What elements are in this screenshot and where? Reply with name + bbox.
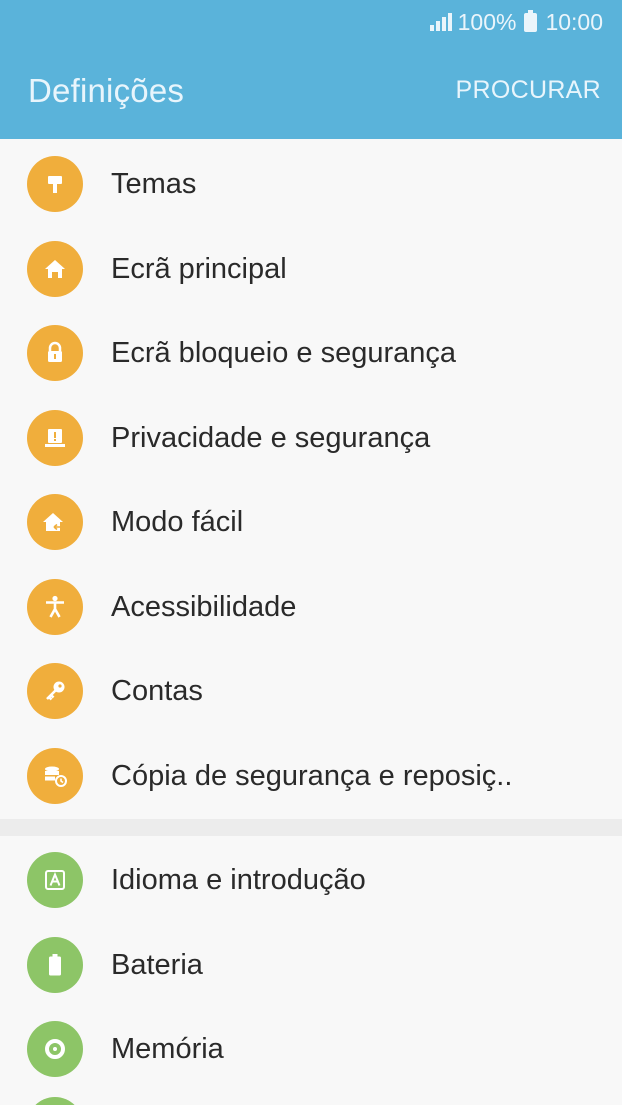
key-icon: [27, 663, 83, 719]
settings-item-acessibilidade[interactable]: Acessibilidade: [0, 565, 622, 649]
settings-item-ecra-bloqueio[interactable]: Ecrã bloqueio e segurança: [0, 311, 622, 395]
clock: 10:00: [545, 8, 603, 35]
settings-item-label: Contas: [111, 674, 203, 707]
app-header: 100% 10:00 Definições PROCURAR: [0, 0, 622, 139]
settings-item-label: Modo fácil: [111, 505, 244, 538]
language-a-icon: [27, 852, 83, 908]
settings-item-bateria[interactable]: Bateria: [0, 923, 622, 1007]
settings-item-copia-seguranca[interactable]: Cópia de segurança e reposiç..: [0, 734, 622, 818]
settings-item-label: Idioma e introdução: [111, 863, 366, 896]
easy-mode-home-icon: [27, 494, 83, 550]
home-icon: [27, 241, 83, 297]
settings-item-idioma[interactable]: Idioma e introdução: [0, 838, 622, 922]
settings-item-privacidade[interactable]: Privacidade e segurança: [0, 396, 622, 480]
settings-item-memoria[interactable]: Memória: [0, 1007, 622, 1091]
settings-item-temas[interactable]: Temas: [0, 142, 622, 226]
settings-item-contas[interactable]: Contas: [0, 649, 622, 733]
paint-roller-icon: [27, 156, 83, 212]
page-title: Definições: [28, 72, 185, 109]
settings-group-2: Idioma e introdução Bateria Memória: [0, 836, 622, 1105]
lock-icon: [27, 325, 83, 381]
settings-group-1: Temas Ecrã principal Ecrã bloqueio e seg…: [0, 139, 622, 819]
search-button[interactable]: PROCURAR: [456, 76, 601, 105]
settings-item-label: Ecrã principal: [111, 252, 287, 285]
signal-icon: [429, 13, 452, 31]
battery-status-icon: [524, 9, 538, 32]
settings-item-ecra-principal[interactable]: Ecrã principal: [0, 227, 622, 311]
settings-item-label: Privacidade e segurança: [111, 421, 431, 454]
accessibility-person-icon: [27, 579, 83, 635]
status-bar: 100% 10:00: [429, 8, 603, 35]
section-divider: [0, 819, 622, 836]
settings-item-modo-facil[interactable]: Modo fácil: [0, 480, 622, 564]
settings-item-label: Memória: [111, 1032, 224, 1065]
settings-item-label: Temas: [111, 167, 197, 200]
battery-icon: [27, 937, 83, 993]
battery-percent: 100%: [457, 8, 517, 35]
settings-item-label: Ecrã bloqueio e segurança: [111, 336, 457, 369]
settings-item-label: Bateria: [111, 948, 203, 981]
privacy-alert-icon: [27, 410, 83, 466]
settings-item-label: Cópia de segurança e reposiç..: [111, 759, 513, 792]
backup-restore-icon: [27, 748, 83, 804]
storage-ring-icon: [27, 1021, 83, 1077]
settings-item-label: Acessibilidade: [111, 590, 297, 623]
